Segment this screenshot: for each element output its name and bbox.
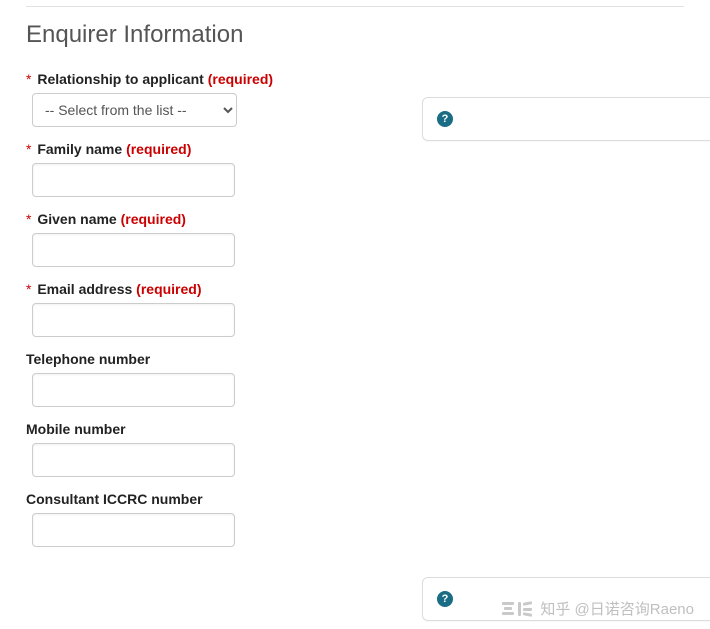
help-icon[interactable]: ? [437,591,453,607]
relationship-select[interactable]: -- Select from the list -- [32,93,237,127]
telephone-input[interactable] [32,373,235,407]
required-star: * [26,141,31,157]
required-star: * [26,71,31,87]
required-text: (required) [136,281,201,297]
field-label-line: * Family name (required) [26,141,684,157]
field-label: Family name [37,141,122,157]
field-label: Telephone number [26,351,150,367]
field-label: Email address [37,281,132,297]
section-title: Enquirer Information [26,21,684,49]
field-label-line: * Given name (required) [26,211,684,227]
section-divider [26,6,684,7]
field-label: Given name [37,211,116,227]
field-label-line: Telephone number [26,351,684,367]
field-label-line: Consultant ICCRC number [26,491,684,507]
field-telephone: Telephone number [26,351,684,407]
required-text: (required) [126,141,191,157]
field-label: Mobile number [26,421,126,437]
field-label-line: Mobile number [26,421,684,437]
help-icon[interactable]: ? [437,111,453,127]
iccrc-input[interactable] [32,513,235,547]
help-panel-relationship: ? [422,97,710,141]
field-mobile: Mobile number [26,421,684,477]
required-text: (required) [121,211,186,227]
field-label-line: * Email address (required) [26,281,684,297]
field-email: * Email address (required) [26,281,684,337]
given-name-input[interactable] [32,233,235,267]
family-name-input[interactable] [32,163,235,197]
mobile-input[interactable] [32,443,235,477]
field-family-name: * Family name (required) [26,141,684,197]
field-iccrc: Consultant ICCRC number [26,491,684,547]
required-star: * [26,281,31,297]
field-given-name: * Given name (required) [26,211,684,267]
field-label: Relationship to applicant [37,71,203,87]
required-star: * [26,211,31,227]
email-input[interactable] [32,303,235,337]
field-label-line: * Relationship to applicant (required) [26,71,684,87]
required-text: (required) [208,71,273,87]
help-panel-iccrc: ? [422,577,710,621]
field-label: Consultant ICCRC number [26,491,203,507]
